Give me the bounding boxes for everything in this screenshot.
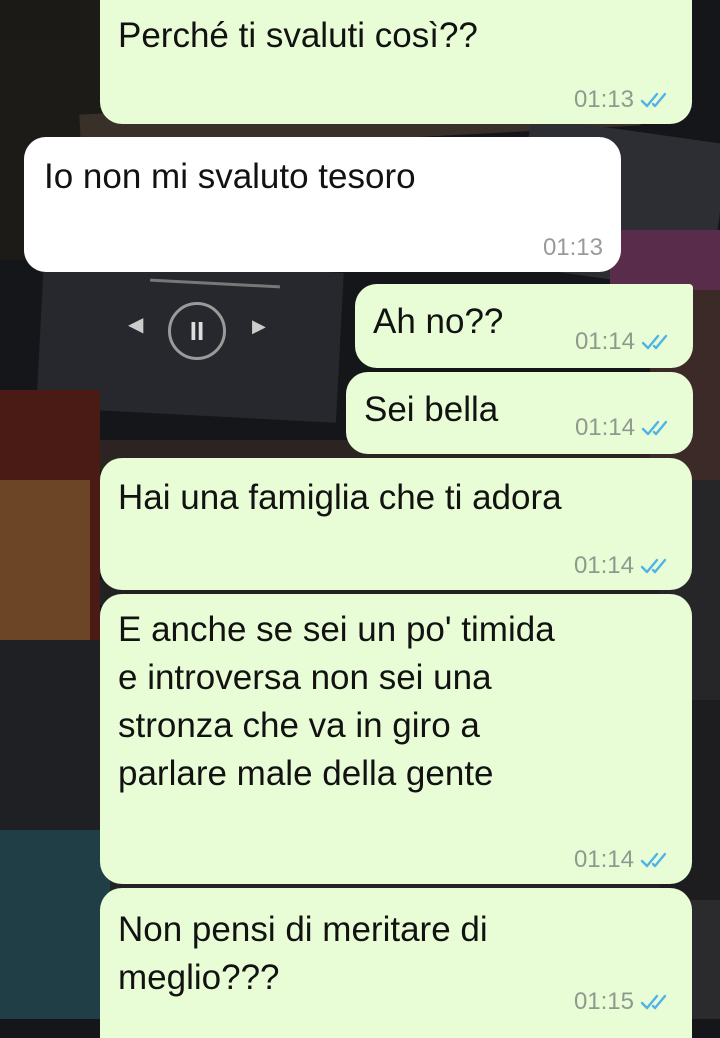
- wallpaper-tile: [0, 640, 110, 830]
- message-bubble-outgoing[interactable]: Non pensi di meritare di meglio??? 01:15: [100, 888, 692, 1038]
- message-text: E anche se sei un po' timida e introvers…: [118, 606, 674, 798]
- message-text: Hai una famiglia che ti adora: [118, 478, 562, 517]
- message-line: parlare male della gente: [118, 754, 494, 793]
- message-meta: 01:14: [574, 846, 674, 874]
- message-meta: 01:13: [543, 234, 603, 262]
- message-meta: 01:13: [574, 86, 674, 114]
- message-line: E anche se sei un po' timida: [118, 610, 555, 649]
- message-time: 01:14: [574, 328, 635, 355]
- pause-icon: II: [168, 302, 226, 360]
- message-time: 01:15: [573, 988, 634, 1015]
- message-bubble-outgoing[interactable]: E anche se sei un po' timida e introvers…: [100, 594, 692, 884]
- message-time: 01:14: [573, 846, 634, 873]
- wallpaper-tile: [0, 0, 80, 40]
- message-time: 01:13: [573, 86, 634, 113]
- double-check-icon: [641, 420, 668, 436]
- previous-track-icon: ◀: [128, 314, 144, 336]
- double-check-icon: [640, 852, 667, 868]
- message-line: Non pensi di meritare di: [118, 910, 488, 949]
- message-bubble-incoming[interactable]: Io non mi svaluto tesoro 01:13: [24, 137, 621, 272]
- message-meta: 01:14: [575, 328, 675, 356]
- double-check-icon: [640, 994, 667, 1010]
- message-meta: 01:15: [574, 988, 674, 1016]
- message-meta: 01:14: [574, 552, 674, 580]
- wallpaper-tile: [0, 830, 110, 1019]
- double-check-icon: [641, 334, 668, 350]
- message-time: 01:14: [573, 552, 634, 579]
- message-time: 01:13: [542, 234, 603, 261]
- message-meta: 01:14: [575, 414, 675, 442]
- message-bubble-outgoing[interactable]: Ah no?? 01:14: [355, 284, 693, 368]
- message-text: Io non mi svaluto tesoro: [44, 157, 416, 196]
- message-bubble-outgoing[interactable]: Perché ti svaluti così?? 01:13: [100, 0, 692, 124]
- message-text: Perché ti svaluti così??: [118, 16, 478, 55]
- double-check-icon: [640, 92, 667, 108]
- message-time: 01:14: [574, 414, 635, 441]
- message-line: stronza che va in giro a: [118, 706, 480, 745]
- message-line: e introversa non sei una: [118, 658, 492, 697]
- message-bubble-outgoing[interactable]: Hai una famiglia che ti adora 01:14: [100, 458, 692, 590]
- wallpaper-album-art: [0, 480, 90, 640]
- wallpaper-tile: [610, 230, 720, 290]
- double-check-icon: [640, 558, 667, 574]
- message-bubble-outgoing[interactable]: Sei bella 01:14: [346, 372, 693, 454]
- next-track-icon: ▶: [252, 316, 266, 336]
